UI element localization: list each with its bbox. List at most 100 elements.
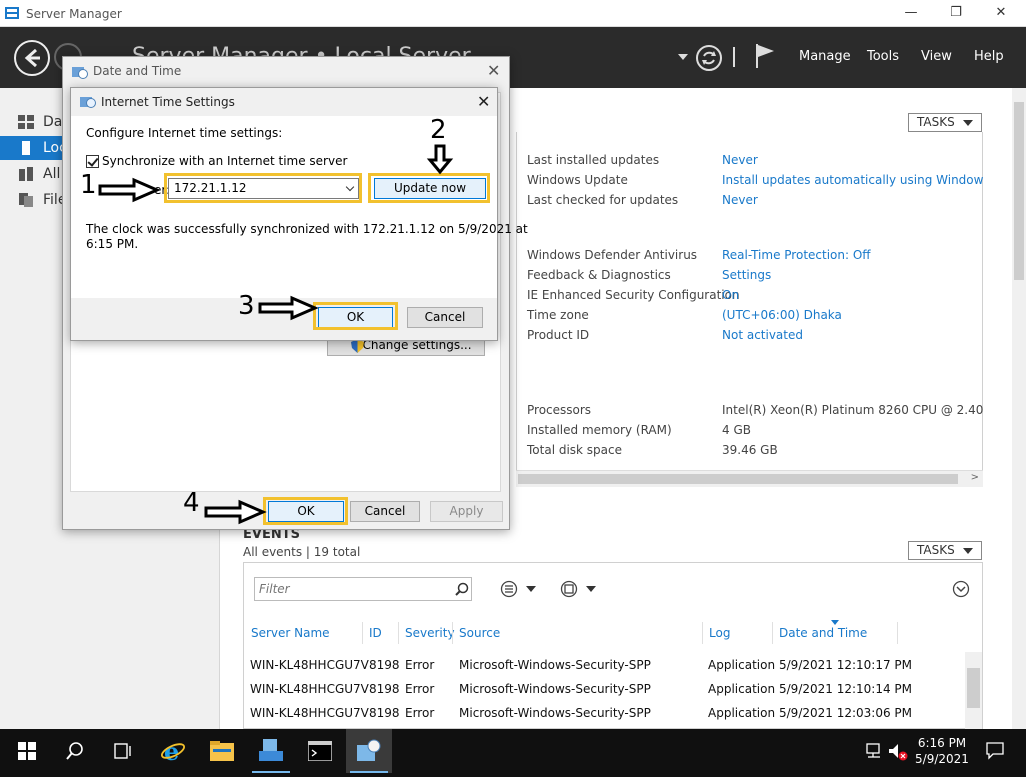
cell-source: Microsoft-Windows-Security-SPP <box>459 658 651 672</box>
feedback-settings-link[interactable]: Settings <box>722 268 771 282</box>
events-filter-input[interactable] <box>254 577 472 601</box>
column-header-log[interactable]: Log <box>709 626 730 640</box>
step-number-1: 1 <box>80 170 97 200</box>
step-number-2: 2 <box>430 115 447 145</box>
ie-esc-link[interactable]: On <box>722 288 739 302</box>
properties-tasks-button[interactable]: TASKS <box>908 113 982 132</box>
last-installed-updates-link[interactable]: Never <box>722 153 758 167</box>
windows-update-link[interactable]: Install updates automatically using Wind… <box>722 173 983 187</box>
maximize-button[interactable]: ❐ <box>943 4 969 22</box>
dropdown-chevron-icon[interactable] <box>678 54 688 60</box>
folder-icon <box>210 741 234 761</box>
column-header-date-time[interactable]: Date and Time <box>779 626 867 640</box>
search-button[interactable] <box>52 729 98 773</box>
sync-checkbox[interactable] <box>86 155 99 168</box>
minimize-button[interactable]: — <box>898 4 924 22</box>
column-header-severity[interactable]: Severity <box>405 626 455 640</box>
events-tasks-button[interactable]: TASKS <box>908 541 982 560</box>
refresh-icon[interactable] <box>695 44 723 72</box>
menu-view[interactable]: View <box>921 49 952 64</box>
column-header-source[interactable]: Source <box>459 626 500 640</box>
date-time-apply-button[interactable]: Apply <box>430 501 503 522</box>
cell-id: 8198 <box>369 706 400 720</box>
column-separator <box>702 622 703 644</box>
menu-help[interactable]: Help <box>974 49 1004 64</box>
all-servers-icon <box>19 167 33 181</box>
column-separator <box>897 622 898 644</box>
internet-explorer-button[interactable]: e <box>150 729 196 773</box>
window-title: Server Manager <box>26 7 122 21</box>
action-center-icon[interactable] <box>986 742 1004 760</box>
sync-checkbox-label[interactable]: Synchronize with an Internet time server <box>102 154 347 168</box>
column-separator <box>362 622 363 644</box>
save-query-icon[interactable] <box>560 580 600 598</box>
network-icon[interactable] <box>866 743 884 759</box>
cell-severity: Error <box>405 706 435 720</box>
menu-tools[interactable]: Tools <box>867 49 899 64</box>
disk-space-value: 39.46 GB <box>722 443 778 457</box>
taskbar: e 6:16 PM 5/9/2021 <box>0 729 1026 777</box>
last-checked-updates-link[interactable]: Never <box>722 193 758 207</box>
command-prompt-button[interactable] <box>297 729 343 773</box>
internet-time-cancel-button[interactable]: Cancel <box>407 307 483 328</box>
date-time-cancel-button[interactable]: Cancel <box>350 501 420 522</box>
sync-status-line1: The clock was successfully synchronized … <box>86 222 528 236</box>
start-button[interactable] <box>4 729 50 773</box>
volume-muted-icon[interactable] <box>888 743 908 761</box>
prop-label: Installed memory (RAM) <box>527 423 672 437</box>
prop-label: Feedback & Diagnostics <box>527 268 671 282</box>
window-titlebar: Server Manager — ❐ ✕ <box>0 0 1026 27</box>
notifications-flag-icon[interactable] <box>754 42 776 70</box>
properties-horizontal-scrollbar[interactable]: > <box>516 470 983 487</box>
right-arrow-icon <box>98 177 161 203</box>
cell-server-name: WIN-KL48HHCGU7V <box>250 706 369 720</box>
column-header-server-name[interactable]: Server Name <box>251 626 330 640</box>
back-button[interactable] <box>14 40 50 76</box>
cell-date-time: 5/9/2021 12:10:17 PM <box>779 658 913 672</box>
sync-status-line2: 6:15 PM. <box>86 237 139 251</box>
search-icon <box>66 742 83 760</box>
time-zone-link[interactable]: (UTC+06:00) Dhaka <box>722 308 842 322</box>
events-vertical-scrollbar[interactable] <box>965 652 982 729</box>
prop-label: Last installed updates <box>527 153 660 167</box>
clock-date: 5/9/2021 <box>915 752 969 766</box>
local-server-icon <box>22 141 30 155</box>
highlight-update-now <box>368 173 490 203</box>
prop-label: Product ID <box>527 328 590 342</box>
file-explorer-button[interactable] <box>199 729 245 773</box>
date-time-taskbar-button[interactable] <box>346 729 392 773</box>
uac-shield-icon <box>351 339 364 353</box>
system-clock[interactable]: 6:16 PM 5/9/2021 <box>910 735 974 767</box>
prop-label: Last checked for updates <box>527 193 679 207</box>
product-id-link[interactable]: Not activated <box>722 328 803 342</box>
list-view-options-icon[interactable] <box>500 580 540 598</box>
highlight-server-combobox <box>164 173 362 203</box>
expand-chevron-icon[interactable] <box>952 580 970 598</box>
scrollbar-thumb[interactable] <box>518 474 958 484</box>
control-panel-icon <box>357 739 381 761</box>
close-window-button[interactable]: ✕ <box>988 4 1014 22</box>
main-vertical-scrollbar[interactable] <box>1012 88 1026 729</box>
search-icon[interactable] <box>455 582 469 596</box>
configure-heading: Configure Internet time settings: <box>86 126 283 140</box>
defender-link[interactable]: Real-Time Protection: Off <box>722 248 871 262</box>
close-icon[interactable]: ✕ <box>487 61 500 80</box>
prop-label: IE Enhanced Security Configuration <box>527 288 740 302</box>
sort-descending-icon <box>831 620 839 625</box>
prop-label: Processors <box>527 403 592 417</box>
cell-id: 8198 <box>369 658 400 672</box>
column-separator <box>772 622 773 644</box>
task-view-button[interactable] <box>100 729 146 773</box>
back-arrow-icon <box>24 48 40 68</box>
column-separator <box>452 622 453 644</box>
server-manager-taskbar-button[interactable] <box>248 729 294 773</box>
prop-label: Windows Update <box>527 173 628 187</box>
scrollbar-thumb[interactable] <box>1014 102 1024 280</box>
scroll-right-icon[interactable]: > <box>971 472 979 483</box>
menu-manage[interactable]: Manage <box>799 49 851 64</box>
close-icon[interactable]: ✕ <box>477 92 490 111</box>
prop-label: Windows Defender Antivirus <box>527 248 698 262</box>
scrollbar-thumb[interactable] <box>967 668 980 708</box>
cell-source: Microsoft-Windows-Security-SPP <box>459 682 651 696</box>
column-header-id[interactable]: ID <box>369 626 382 640</box>
